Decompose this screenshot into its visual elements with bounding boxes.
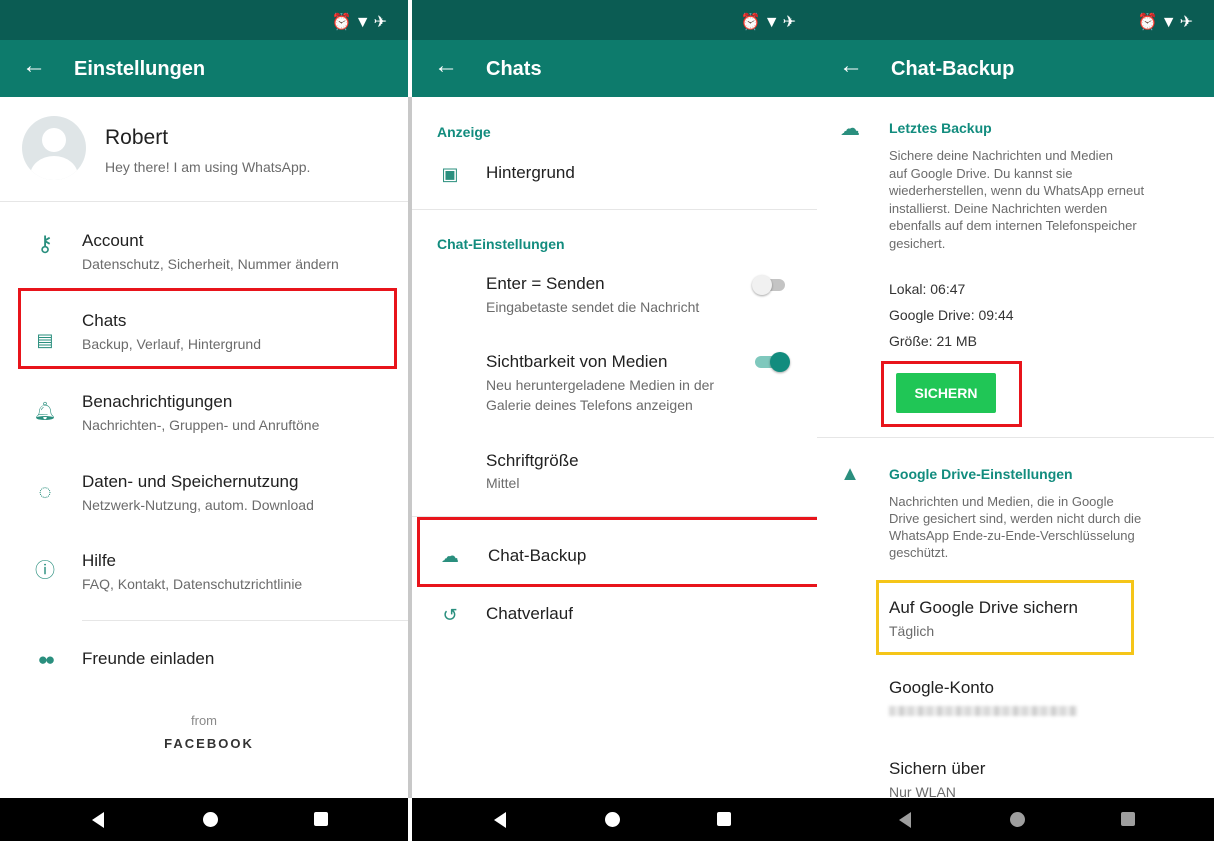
people-icon: ●● xyxy=(37,650,56,669)
wifi-icon: ▼ xyxy=(354,14,374,31)
wallpaper-icon: ▣ xyxy=(441,164,459,184)
google-account-label: Google-Konto xyxy=(889,678,994,697)
nav-recents-icon[interactable] xyxy=(717,812,731,826)
status-bar: ⏰▼✈ xyxy=(0,0,408,40)
divider xyxy=(817,437,1214,438)
history-icon: ↺ xyxy=(442,605,458,625)
nav-back-icon[interactable] xyxy=(899,812,911,828)
alarm-icon: ⏰ xyxy=(740,14,764,31)
app-bar: ← Chats xyxy=(412,40,817,97)
back-arrow-icon[interactable]: ← xyxy=(839,54,863,78)
footer-brand: FACEBOOK xyxy=(164,736,254,751)
divider xyxy=(82,620,408,621)
media-visibility-label: Sichtbarkeit von Medien xyxy=(486,352,668,371)
cloud-upload-icon: ☁ xyxy=(840,118,860,140)
page-title: Chats xyxy=(486,58,542,80)
enter-send-subtitle: Eingabetaste sendet die Nachricht xyxy=(486,299,700,315)
wifi-icon: ▼ xyxy=(763,14,783,31)
nav-home-icon[interactable] xyxy=(1010,812,1025,827)
wallpaper-label: Hintergrund xyxy=(486,163,575,182)
page-title: Einstellungen xyxy=(74,58,206,80)
settings-item-subtitle: Nachrichten-, Gruppen- und Anruftöne xyxy=(82,417,320,433)
enter-send-label: Enter = Senden xyxy=(486,274,605,293)
highlight-box-backup-frequency xyxy=(876,580,1134,655)
highlight-box-backup-button xyxy=(881,361,1022,427)
airplane-icon: ✈ xyxy=(1179,14,1196,31)
navigation-bar xyxy=(817,798,1214,841)
help-icon: ⓘ xyxy=(35,560,55,582)
last-backup-description: Sichere deine Nachrichten und Medien auf… xyxy=(889,148,1145,251)
nav-recents-icon[interactable] xyxy=(1121,812,1135,826)
nav-home-icon[interactable] xyxy=(605,812,620,827)
back-arrow-icon[interactable]: ← xyxy=(22,54,46,78)
back-arrow-icon[interactable]: ← xyxy=(434,54,458,78)
section-header-display: Anzeige xyxy=(437,124,491,140)
nav-back-icon[interactable] xyxy=(494,812,506,828)
font-size-label: Schriftgröße xyxy=(486,451,579,470)
settings-item-label: Hilfe xyxy=(82,551,117,570)
local-backup-time: Lokal: 06:47 xyxy=(889,281,966,297)
app-bar: ← Einstellungen xyxy=(0,40,408,97)
highlight-box-chats xyxy=(18,288,397,369)
app-bar: ← Chat-Backup xyxy=(817,40,1214,97)
settings-item-subtitle: Datenschutz, Sicherheit, Nummer ändern xyxy=(82,256,339,272)
divider xyxy=(0,201,408,202)
data-usage-icon: ◌ xyxy=(38,479,52,504)
nav-home-icon[interactable] xyxy=(203,812,218,827)
page-title: Chat-Backup xyxy=(891,58,1015,80)
alarm-icon: ⏰ xyxy=(1137,14,1161,31)
backup-over-label: Sichern über xyxy=(889,759,986,778)
settings-item-label: Account xyxy=(82,231,144,250)
status-bar: ⏰▼✈ xyxy=(412,0,817,40)
profile-status: Hey there! I am using WhatsApp. xyxy=(105,159,311,175)
settings-item-label: Benachrichtigungen xyxy=(82,392,233,411)
status-bar: ⏰▼✈ xyxy=(817,0,1214,40)
settings-item-subtitle: Netzwerk-Nutzung, autom. Download xyxy=(82,497,314,513)
settings-screen: ⏰▼✈ ← Einstellungen Robert Hey there! I … xyxy=(0,0,408,841)
backup-size: Größe: 21 MB xyxy=(889,333,977,349)
google-drive-icon: ▲ xyxy=(840,463,860,485)
google-account-value-blurred xyxy=(889,706,1077,716)
highlight-box-chat-backup xyxy=(417,517,817,587)
media-visibility-subtitle: Galerie deines Telefons anzeigen xyxy=(486,397,693,413)
nav-back-icon[interactable] xyxy=(92,812,104,828)
settings-item-subtitle: FAQ, Kontakt, Datenschutzrichtlinie xyxy=(82,576,303,592)
last-backup-heading: Letztes Backup xyxy=(889,120,992,136)
settings-item-label: Daten- und Speichernutzung xyxy=(82,472,299,491)
airplane-icon: ✈ xyxy=(782,14,799,31)
chat-history-label: Chatverlauf xyxy=(486,604,573,623)
divider xyxy=(412,209,817,210)
bell-icon: 🔔︎ xyxy=(33,401,57,421)
airplane-icon: ✈ xyxy=(373,14,390,31)
footer-from: from xyxy=(191,713,217,728)
media-visibility-subtitle: Neu heruntergeladene Medien in der xyxy=(486,377,715,393)
chats-settings-screen: ⏰▼✈ ← Chats Anzeige ▣ Hintergrund Chat-E… xyxy=(412,0,817,841)
drive-backup-time: Google Drive: 09:44 xyxy=(889,307,1014,323)
chat-backup-screen: ⏰▼✈ ← Chat-Backup ☁ Letztes Backup Siche… xyxy=(817,0,1214,841)
alarm-icon: ⏰ xyxy=(331,14,355,31)
profile-name: Robert xyxy=(105,126,169,149)
wifi-icon: ▼ xyxy=(1160,14,1180,31)
navigation-bar xyxy=(0,798,408,841)
drive-settings-heading: Google Drive-Einstellungen xyxy=(889,466,1073,482)
invite-friends-label: Freunde einladen xyxy=(82,649,215,668)
font-size-value: Mittel xyxy=(486,475,520,491)
nav-recents-icon[interactable] xyxy=(314,812,328,826)
drive-settings-description: Nachrichten und Medien, die in Google Dr… xyxy=(889,494,1142,560)
key-icon: ⚷ xyxy=(36,231,54,256)
section-header-chat-settings: Chat-Einstellungen xyxy=(437,236,565,252)
navigation-bar xyxy=(412,798,817,841)
avatar[interactable] xyxy=(22,116,86,180)
